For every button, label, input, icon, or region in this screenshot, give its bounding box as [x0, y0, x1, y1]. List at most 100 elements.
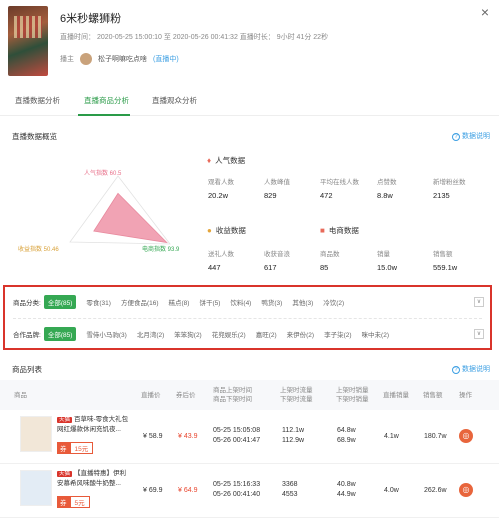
flame-icon: ♦ [207, 156, 212, 165]
radar-chart: 人气指数 60.5 收益指数 50.46 电商指数 93.9 [12, 160, 192, 260]
live-sales: 4.1w [384, 433, 399, 440]
th-live-sales[interactable]: 直播销量 [383, 391, 409, 400]
tab-live-data[interactable]: 直播数据分析 [15, 95, 60, 106]
brand-collapse-button[interactable]: ∨ [474, 329, 484, 339]
product-name[interactable]: 天猫 【直播特惠】伊利安慕希风味酸牛奶整... [57, 469, 131, 488]
th-op: 操作 [459, 392, 472, 399]
coin-icon: ● [207, 226, 212, 235]
commerce-title-text: 电商数据 [328, 226, 359, 235]
brand-chip[interactable]: 咪中未(2) [362, 329, 389, 339]
category-chip[interactable]: 饼干(5) [199, 297, 220, 307]
overview-help-link[interactable]: ? 数据说明 [452, 131, 490, 141]
th-time-down[interactable]: 商品下架时间 [213, 395, 252, 404]
radar-label-popularity: 人气指数 60.5 [84, 171, 122, 177]
category-chip[interactable]: 零食(31) [86, 297, 111, 307]
stat-value: 559.1w [433, 263, 458, 272]
live-title: 6米秒螺狮粉 [60, 13, 122, 25]
brand-chip-all[interactable]: 全部(85) [43, 327, 77, 341]
stat-label: 销量 [377, 251, 390, 258]
category-chip[interactable]: 糕点(8) [169, 297, 190, 307]
product-help-link[interactable]: ? 数据说明 [452, 364, 490, 374]
sales-up: 64.8w [337, 427, 356, 434]
coupon-key: 券 [57, 442, 70, 454]
category-chip[interactable]: 饮料(4) [230, 297, 251, 307]
help-text: 数据说明 [462, 133, 490, 140]
stat-label: 送礼人数 [208, 251, 234, 258]
price: ¥ 58.9 [143, 433, 163, 440]
stat-label: 观看人数 [208, 179, 234, 186]
tab-audience-analysis[interactable]: 直播观众分析 [152, 95, 197, 106]
category-collapse-button[interactable]: ∨ [474, 297, 484, 307]
th-time-up[interactable]: 商品上架时间 [213, 386, 252, 395]
brand-chip[interactable]: 来伊份(2) [287, 329, 314, 339]
stat-label: 新增粉丝数 [433, 179, 466, 186]
time-down: 05-26 00:41:40 [213, 491, 261, 498]
coupon-key: 券 [57, 496, 70, 508]
brand-chip[interactable]: 笨笨狗(2) [174, 329, 201, 339]
stat-label: 销售额 [433, 251, 453, 258]
stat-value: 20.2w [208, 191, 229, 200]
active-tab-indicator [78, 114, 130, 116]
cart-icon: ■ [320, 226, 325, 235]
avatar [80, 53, 92, 65]
table-row[interactable]: 天猫 百草味-零食大礼包网红爆款休闲充饥夜... 券 15元 ¥ 58.9 ¥ 43… [0, 412, 499, 464]
stat-value: 447 [208, 263, 221, 272]
stat-value: 85 [320, 263, 329, 272]
tab-product-analysis[interactable]: 直播商品分析 [84, 95, 129, 106]
overview-title: 直播数据概览 [12, 132, 57, 141]
brand-filter-row: 合作品牌: 全部(85) 雪侍小马驹(3) 北月湾(2) 笨笨狗(2) 花兜娱乐… [13, 327, 399, 341]
sales-up: 40.8w [337, 481, 356, 488]
radar-area [93, 192, 168, 244]
category-chip[interactable]: 方便食品(16) [121, 297, 159, 307]
stat-label: 人数峰值 [264, 179, 290, 186]
th-sales-up[interactable]: 上架时销量 [336, 386, 369, 395]
brand-chip[interactable]: 李子柒(2) [324, 329, 351, 339]
stat-value: 2135 [433, 191, 450, 200]
host-name[interactable]: 松子啊嘛吃点啥 [98, 54, 147, 64]
table-row[interactable]: 天猫 【直播特惠】伊利安慕希风味酸牛奶整... 券 5元 ¥ 69.9 ¥ 64.9… [0, 466, 499, 518]
analysis-tabs: 直播数据分析 直播商品分析 直播观众分析 [0, 86, 499, 116]
views-up: 112.1w [282, 427, 305, 434]
radar-label-revenue: 收益指数 50.46 [18, 247, 59, 253]
stat-value: 829 [264, 191, 277, 200]
product-image[interactable] [20, 470, 52, 506]
help-text: 数据说明 [462, 366, 490, 373]
question-icon: ? [452, 133, 460, 141]
th-sales-down[interactable]: 下架时销量 [336, 395, 369, 404]
th-coupon-price[interactable]: 券后价 [176, 391, 196, 400]
th-price[interactable]: 直播价 [141, 391, 161, 400]
close-icon[interactable]: × [481, 4, 489, 20]
product-image[interactable] [20, 416, 52, 452]
platform-tag: 天猫 [57, 471, 73, 477]
th-revenue[interactable]: 销售额 [423, 391, 443, 400]
category-chip[interactable]: 鸭货(3) [261, 297, 282, 307]
analysis-icon[interactable]: ◎ [459, 429, 473, 443]
category-chip-all[interactable]: 全部(85) [43, 295, 77, 309]
revenue-title-text: 收益数据 [215, 226, 246, 235]
th-views-down[interactable]: 下架时流量 [280, 395, 313, 404]
stat-label: 商品数 [320, 251, 340, 258]
brand-chip[interactable]: 嘉旺(2) [256, 329, 277, 339]
price: ¥ 69.9 [143, 487, 163, 494]
revenue: 262.6w [424, 487, 447, 494]
live-time-info: 直播时间： 2020-05-25 15:00:10 至 2020-05-26 0… [60, 34, 329, 41]
category-chip[interactable]: 冷饮(2) [323, 297, 344, 307]
coupon-value: 5元 [69, 496, 90, 508]
coupon-value: 15元 [69, 442, 94, 454]
revenue: 180.7w [424, 433, 447, 440]
filter-divider [13, 318, 482, 319]
stat-label: 平均在线人数 [320, 179, 359, 186]
revenue-title: ● 收益数据 [207, 225, 246, 236]
time-up: 05-25 15:05:08 [213, 427, 261, 434]
brand-filter-label: 合作品牌: [13, 332, 41, 339]
platform-tag: 天猫 [57, 417, 73, 423]
product-name[interactable]: 天猫 百草味-零食大礼包网红爆款休闲充饥夜... [57, 415, 131, 434]
brand-chip[interactable]: 雪侍小马驹(3) [86, 329, 126, 339]
brand-chip[interactable]: 花兜娱乐(2) [212, 329, 246, 339]
category-chip[interactable]: 其他(3) [292, 297, 313, 307]
stat-label: 收获音浪 [264, 251, 290, 258]
brand-chip[interactable]: 北月湾(2) [137, 329, 164, 339]
analysis-icon[interactable]: ◎ [459, 483, 473, 497]
th-views-up[interactable]: 上架时流量 [280, 386, 313, 395]
radar-label-commerce: 电商指数 93.9 [142, 247, 180, 253]
